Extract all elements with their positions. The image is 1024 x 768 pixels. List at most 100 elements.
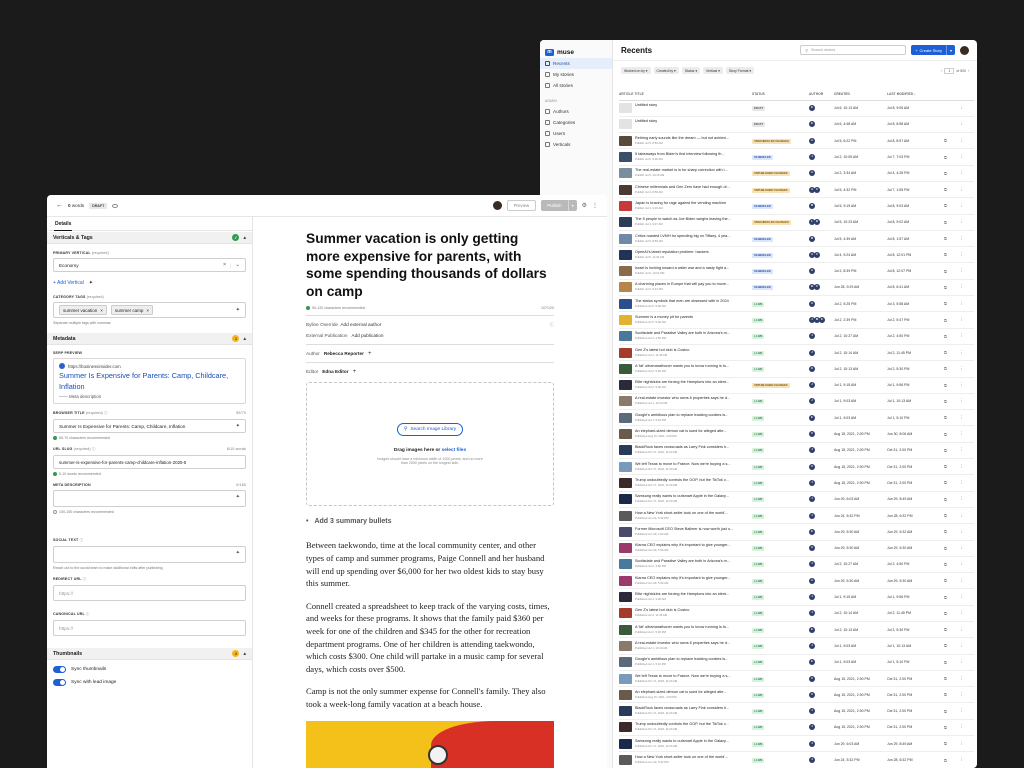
magic-wand-icon[interactable]: ✦ (89, 280, 93, 286)
next-page-icon[interactable]: › (968, 69, 969, 73)
author-avatar[interactable]: C (809, 463, 815, 470)
magic-wand-icon[interactable]: ✦ (236, 423, 240, 429)
table-row[interactable]: BlackRock faces crossroads as Larry Fink… (619, 442, 974, 460)
category-tags-input[interactable]: summer vacation × summer camp × ✦ (53, 302, 246, 318)
paragraph[interactable]: Camp is not the only summer expense for … (306, 685, 554, 710)
verticals-section-header[interactable]: Verticals & Tags ✓ ▴ (47, 232, 252, 244)
kebab-menu-icon[interactable]: ⋮ (959, 474, 974, 492)
author-avatar[interactable]: J (809, 561, 815, 568)
kebab-menu-icon[interactable]: ⋮ (959, 540, 974, 557)
kebab-menu-icon[interactable]: ⋮ (959, 442, 974, 460)
filter-created-by[interactable]: Created by ▾ (653, 67, 679, 74)
column-header-last-modified[interactable]: LAST MODIFIED ↓ (887, 88, 944, 101)
author-avatar[interactable]: E (819, 317, 825, 323)
paragraph[interactable]: Connell created a spreadsheet to keep tr… (306, 600, 554, 676)
author-avatar[interactable]: M (809, 235, 815, 242)
avatar[interactable] (960, 45, 969, 55)
table-row[interactable]: 5 takeaways from Biden's first interview… (619, 148, 974, 166)
kebab-menu-icon[interactable]: ⋮ (959, 132, 974, 150)
sidebar-item-authors[interactable]: Authors (540, 106, 612, 117)
title-cell[interactable]: How a New York short-seller took on one … (619, 507, 752, 525)
open-in-new-icon[interactable]: ⧉ (944, 540, 959, 557)
table-row[interactable]: Chinese millennials and Gen Zers have ha… (619, 181, 974, 199)
title-cell[interactable]: BlackRock faces crossroads as Larry Fink… (619, 702, 752, 720)
table-row[interactable]: Retiring early sounds like the dream — b… (619, 132, 974, 150)
open-in-new-icon[interactable]: ⧉ (944, 605, 959, 623)
kebab-menu-icon[interactable]: ⋮ (959, 572, 974, 590)
plus-icon[interactable]: + (368, 351, 372, 357)
table-row[interactable]: Klarna CEO explains why it's important t… (619, 540, 974, 557)
author-avatar[interactable]: J (809, 724, 815, 731)
table-row[interactable]: Elite nightclubs are forcing the Hampton… (619, 588, 974, 606)
open-in-new-icon[interactable]: ⧉ (944, 523, 959, 541)
headline-input[interactable]: Summer vacation is only getting more exp… (306, 230, 554, 300)
title-cell[interactable]: An elephant-sized demon cat is sued for … (619, 686, 752, 704)
title-cell[interactable]: A charming places in Europe that will pa… (619, 279, 752, 297)
table-row[interactable]: Trump undoubtedly controls the GOP, but … (619, 474, 974, 492)
filter-story-format[interactable]: Story Format ▾ (725, 67, 755, 74)
meta-description-input[interactable]: ✦ (53, 490, 246, 507)
author-avatar[interactable]: E (809, 105, 815, 112)
sync-thumbnails-toggle[interactable] (53, 666, 66, 673)
kebab-menu-icon[interactable]: ⋮ (959, 311, 974, 329)
table-row[interactable]: Trump undoubtedly controls the GOP, but … (619, 719, 974, 737)
table-row[interactable]: Google's ambitious plan to replace track… (619, 654, 974, 671)
title-cell[interactable]: Israel is inching toward a wider war and… (619, 262, 752, 280)
table-row[interactable]: Samsung really wants to outsmart Apple i… (619, 735, 974, 753)
image-dropzone[interactable]: ⚲ Search Image Library Drag images here o… (306, 382, 554, 507)
title-cell[interactable]: Elite nightclubs are forcing the Hampton… (619, 377, 752, 394)
table-row[interactable]: Former Microsoft CEO Steve Ballmer is no… (619, 523, 974, 541)
kebab-menu-icon[interactable]: ⋮ (959, 556, 974, 574)
sidebar-item-all-stories[interactable]: All stories (540, 80, 612, 91)
open-in-new-icon[interactable]: ⧉ (944, 719, 959, 737)
sync-lead-image-toggle[interactable] (53, 679, 66, 686)
open-in-new-icon[interactable]: ⧉ (944, 474, 959, 492)
url-slug-input[interactable]: summer-is-expensive-for-parents-camp-chi… (53, 455, 246, 469)
author-avatar[interactable]: C (814, 186, 820, 193)
title-cell[interactable]: We left Texas to move to France. Now we'… (619, 458, 752, 476)
author-avatar[interactable]: C (809, 691, 815, 698)
open-in-new-icon[interactable]: ⧉ (944, 751, 959, 768)
open-in-new-icon[interactable]: ⧉ (944, 686, 959, 704)
table-row[interactable]: Samsung really wants to outsmart Apple i… (619, 491, 974, 508)
open-in-new-icon[interactable]: ⧉ (944, 393, 959, 411)
author-avatar[interactable]: J (809, 479, 815, 486)
table-row[interactable]: Scottsdale and Paradise Valley are both … (619, 328, 974, 345)
author-avatar[interactable]: J (809, 610, 815, 617)
kebab-menu-icon[interactable]: ⋮ (959, 654, 974, 671)
title-cell[interactable]: A real-estate investor who owns 6 proper… (619, 393, 752, 411)
author-avatar[interactable]: A (809, 170, 815, 177)
open-in-new-icon[interactable]: ⧉ (944, 425, 959, 443)
table-row[interactable]: Summer is a money pit for parents Publis… (619, 311, 974, 329)
title-cell[interactable]: The 5 people to watch as Joe Biden weigh… (619, 214, 752, 231)
sidebar-item-my-stories[interactable]: My stories (540, 69, 612, 80)
title-cell[interactable]: Google's ambitious plan to replace track… (619, 409, 752, 427)
author-avatar[interactable]: M (809, 202, 815, 209)
kebab-menu-icon[interactable]: ⋮ (959, 605, 974, 623)
open-in-new-icon[interactable]: ⧉ (944, 328, 959, 345)
open-in-new-icon[interactable]: ⧉ (944, 360, 959, 378)
column-header-created[interactable]: CREATED (834, 88, 887, 101)
table-row[interactable]: A charming places in Europe that will pa… (619, 279, 974, 297)
author-avatar[interactable]: J (809, 382, 815, 389)
column-header-status[interactable]: STATUS (752, 88, 809, 101)
open-in-new-icon[interactable]: ⧉ (944, 442, 959, 460)
kebab-menu-icon[interactable]: ⋮ (959, 393, 974, 411)
select-files-link[interactable]: select files (442, 448, 467, 453)
open-in-new-icon[interactable]: ⧉ (944, 311, 959, 329)
article-body[interactable]: Between taekwondo, time at the local com… (306, 539, 554, 710)
open-in-new-icon[interactable]: ⧉ (944, 572, 959, 590)
kebab-menu-icon[interactable]: ⋮ (959, 214, 974, 231)
add-external-author-link[interactable]: Add external author (340, 322, 381, 327)
title-cell[interactable]: Retiring early sounds like the dream — b… (619, 132, 752, 150)
author-avatar[interactable]: J (809, 708, 815, 715)
open-in-new-icon[interactable]: ⧉ (944, 621, 959, 639)
title-cell[interactable]: Gen Z's latest hot club is Costco Publis… (619, 344, 752, 362)
filter-vertical[interactable]: Vertical ▾ (703, 67, 723, 74)
kebab-menu-icon[interactable]: ⋮ (959, 377, 974, 394)
filter-worked-on-by[interactable]: Worked on by ▾ (621, 67, 651, 74)
kebab-menu-icon[interactable]: ⋮ (959, 148, 974, 166)
title-cell[interactable]: Scottsdale and Paradise Valley are both … (619, 556, 752, 574)
canonical-url-input[interactable]: https:// (53, 620, 246, 636)
tag-chip[interactable]: summer vacation × (59, 305, 107, 315)
